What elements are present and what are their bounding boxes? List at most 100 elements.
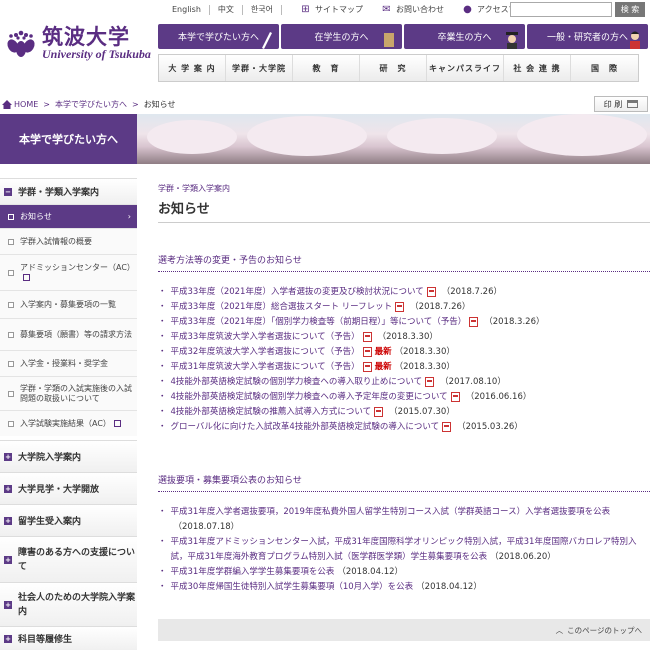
audience-students[interactable]: 在学生の方へ [281,24,402,49]
sidebar-section-disability[interactable]: + 障害のある方への支援について [0,536,137,582]
pdf-icon [374,406,384,417]
pdf-icon [469,316,479,327]
bullet-icon [8,213,14,220]
nav-schools[interactable]: 学群・大学院 [226,55,293,81]
sidebar-section-visits[interactable]: + 大学見学・大学開放 [0,472,137,504]
bullet-icon [8,360,14,367]
bullet-icon [8,238,14,245]
site-header: 筑波大学 University of Tsukuba English 中文 한국… [0,0,650,88]
notice-link[interactable]: 平成31年度アドミッションセンター入試，平成31年度国際科学オリンピック特別入試… [171,537,637,562]
sidebar-item-request-forms[interactable]: 募集要項（願書）等の請求方法 [0,318,137,350]
printer-icon [627,100,639,108]
nav-education[interactable]: 教 育 [293,55,360,81]
pdf-icon [395,301,405,312]
sidebar-item-exam-problems[interactable]: 学群・学類の入試実施後の入試問題の取扱いについて [0,376,137,410]
notice-link[interactable]: 平成31年度入学者選抜要項，2019年度私費外国人留学生特別コース入試（学群英語… [171,507,611,517]
notice-link[interactable]: 平成33年度筑波大学入学者選抜について（予告） [171,332,360,342]
plus-icon: + [4,600,12,609]
sidebar-item-admission-center[interactable]: アドミッションセンター（AC） [0,254,137,290]
sidebar-item-guidebooks[interactable]: 入学案内・募集要項の一覧 [0,290,137,318]
new-badge: 最新 [374,347,392,357]
list-item: ・グローバル化に向けた入試改革4技能外部英語検定試験の導入について （2015.0… [158,421,523,432]
print-button[interactable]: 印 刷 [594,96,648,112]
plus-icon: + [4,452,12,461]
plus-icon: + [4,484,12,493]
list-item: ・平成33年度筑波大学入学者選抜について（予告） （2018.3.30） [158,331,438,342]
university-logo[interactable]: 筑波大学 University of Tsukuba [4,26,151,61]
back-to-top-button[interactable]: ︿ このページのトップへ [158,619,650,641]
pdf-icon [450,391,460,402]
plus-icon: + [4,516,12,525]
lang-chinese[interactable]: 中文 [210,4,243,15]
sidebar-section-working-adults[interactable]: + 社会人のための大学院入学案内 [0,582,137,626]
content-category: 学群・学類入学案内 [158,184,230,193]
utility-links: English 中文 한국어 ⊞ サイトマップ ✉ お問い合わせ ● アクセスマップ [164,4,532,15]
nav-about[interactable]: 大 学 案 内 [159,55,226,81]
notice-link[interactable]: 平成32年度筑波大学入学者選抜について（予告） [171,347,360,357]
notice-link[interactable]: 4技能外部英語検定試験の個別学力検査への導入予定年度の変更について [171,392,448,402]
nav-research[interactable]: 研 究 [360,55,427,81]
bullet-icon [8,420,14,427]
sidebar-section-auditors[interactable]: + 科目等履修生 [0,626,137,650]
pdf-icon [426,286,436,297]
paulownia-crest-icon [4,27,38,61]
page-banner: 本学で学びたい方へ [0,114,650,164]
book-icon [384,33,394,47]
lang-korean[interactable]: 한국어 [243,4,282,15]
audience-alumni[interactable]: 卒業生の方へ [404,24,525,49]
notice-list-changes: ・平成33年度（2021年度）入学者選抜の変更及び検討状況について （2018.7… [158,285,650,435]
contact-link[interactable]: ✉ お問い合わせ [381,4,444,15]
nav-international[interactable]: 国 際 [571,55,638,81]
notice-link[interactable]: 平成31年度筑波大学入学者選抜について（予告） [171,362,360,372]
sidebar-item-news[interactable]: お知らせ › [0,204,137,228]
pdf-icon [442,421,452,432]
notice-link[interactable]: 平成30年度帰国生徒特別入試学生募集要項（10月入学）を公表 [171,582,414,592]
notice-link[interactable]: 平成31年度学群編入学学生募集要項を公表 [171,567,335,577]
list-item: ・平成33年度（2021年度）入学者選抜の変更及び検討状況について （2018.7… [158,286,502,297]
graduate-icon [506,32,518,49]
lang-english[interactable]: English [164,4,210,15]
sidebar-section-international[interactable]: + 留学生受入案内 [0,504,137,536]
sidebar-item-exam-results[interactable]: 入学試験実施結果（AC） [0,410,137,436]
pdf-icon [362,346,372,357]
sidebar-section-graduate[interactable]: + 大学院入学案内 [0,440,137,472]
notice-link[interactable]: 4技能外部英語検定試験の個別学力検査への導入取り止めについて [171,377,423,387]
external-link-icon [23,273,30,281]
search-button[interactable]: 検 索 [615,2,645,17]
chevron-right-icon: › [127,211,131,221]
bullet-icon [8,331,14,338]
main-content: 学群・学類入学案内 お知らせ 選考方法等の変更・予告のお知らせ ・平成33年度（… [158,183,650,595]
sitemap-icon: ⊞ [301,4,310,15]
section-heading-guidelines: 選抜要項・募集要項公表のお知らせ [158,473,650,492]
breadcrumb-parent[interactable]: 本学で学びたい方へ [55,99,127,110]
notice-link[interactable]: グローバル化に向けた入試改革4技能外部英語検定試験の導入について [171,422,440,432]
sidebar-item-tuition[interactable]: 入学金・授業料・奨学金 [0,350,137,376]
home-icon [2,99,12,109]
notice-link[interactable]: 平成33年度（2021年度）総合選抜スタート リーフレット [171,302,393,312]
nav-campus-life[interactable]: キャンパスライフ [427,55,504,81]
notice-list-guidelines: ・平成31年度入学者選抜要項，2019年度私費外国人留学生特別コース入試（学群英… [158,505,650,595]
audience-nav: 本学で学びたい方へ 在学生の方へ 卒業生の方へ 一般・研究者の方へ [158,24,648,49]
list-item: ・ 4技能外部英語検定試験の個別学力検査への導入取り止めについて （2017.08.… [158,376,506,387]
sitemap-link[interactable]: ⊞ サイトマップ [300,4,363,15]
breadcrumb-separator: > [131,99,139,109]
nav-community[interactable]: 社 会 連 携 [504,55,571,81]
list-item: ・ 4技能外部英語検定試験の推薦入試導入方式について （2015.07.30） [158,406,455,417]
notice-link[interactable]: 平成33年度（2021年度）「個別学力検査等（前期日程）」等について（予告） [171,317,467,327]
audience-prospective[interactable]: 本学で学びたい方へ [158,24,279,49]
list-item: ・平成31年度アドミッションセンター入試，平成31年度国際科学オリンピック特別入… [158,537,637,562]
sidebar-item-overview[interactable]: 学群入試情報の概要 [0,228,137,254]
notice-link[interactable]: 4技能外部英語検定試験の推薦入試導入方式について [171,407,372,417]
breadcrumb-home[interactable]: HOME [2,99,38,109]
mail-icon: ✉ [382,4,391,15]
sidebar-section-undergrad[interactable]: − 学群・学類入学案内 [0,178,137,204]
main-nav: 大 学 案 内 学群・大学院 教 育 研 究 キャンパスライフ 社 会 連 携 … [158,54,639,82]
bullet-icon [8,301,14,308]
list-item: ・平成33年度（2021年度）総合選抜スタート リーフレット （2018.7.26… [158,301,471,312]
breadcrumb-current: お知らせ [143,99,176,109]
list-item: ・平成31年度学群編入学学生募集要項を公表 （2018.04.12） [158,567,404,577]
search-input[interactable] [510,2,612,17]
notice-link[interactable]: 平成33年度（2021年度）入学者選抜の変更及び検討状況について [171,287,424,297]
audience-general[interactable]: 一般・研究者の方へ [527,24,648,49]
pen-icon [262,32,272,49]
